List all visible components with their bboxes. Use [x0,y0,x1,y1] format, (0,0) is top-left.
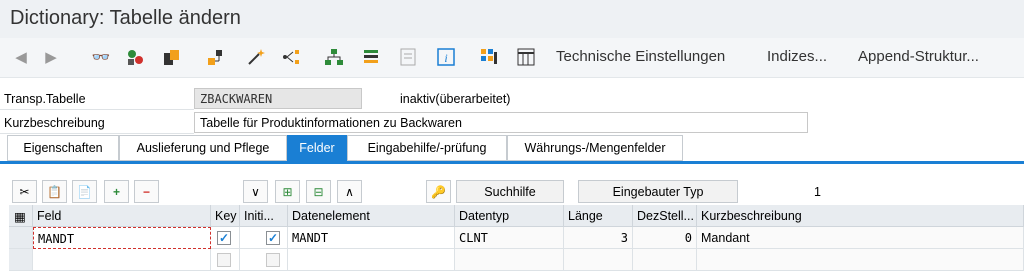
column-header-laenge[interactable]: Länge [564,205,633,227]
builtin-type-button[interactable]: Eingebauter Typ [578,180,738,203]
application-toolbar: ◀ ▶ 👓 i Technische Einstellungen Indizes… [0,38,1024,78]
org-chart-icon[interactable] [323,46,345,68]
info-icon[interactable]: i [435,46,457,68]
initial-cell [240,249,288,271]
initial-cell: ✓ [240,227,288,249]
status-text: inaktiv(überarbeitet) [400,92,511,106]
short-description-value: Mandant [697,227,1024,249]
layers-icon[interactable] [360,46,382,68]
table-icon[interactable] [515,46,537,68]
table-name-field: ZBACKWAREN [194,88,362,109]
field-name-input-empty[interactable] [33,249,211,271]
tree-icon[interactable] [280,46,302,68]
data-type-empty [455,249,564,271]
divider [0,133,194,134]
grid-icon[interactable] [478,46,500,68]
magic-wand-icon[interactable] [245,46,267,68]
window-title: Dictionary: Tabelle ändern [10,7,241,29]
column-header-dezstell[interactable]: DezStell... [633,205,697,227]
divider [0,109,194,110]
objects-icon[interactable] [124,46,146,68]
paste-icon[interactable]: 📄 [72,180,97,203]
indexes-button[interactable]: Indizes... [767,48,827,65]
length-value: 3 [564,227,633,249]
collapse-all-icon[interactable]: ∧ [337,180,362,203]
append-structure-button[interactable]: Append-Struktur... [858,48,979,65]
hierarchy-icon[interactable] [205,46,227,68]
document-icon[interactable] [397,46,419,68]
clipboard-icon[interactable] [160,46,182,68]
short-description-label: Kurzbeschreibung [4,116,105,130]
column-header-key[interactable]: Key [211,205,240,227]
window-titlebar: Dictionary: Tabelle ändern [0,0,1024,38]
data-element-input[interactable]: MANDT [288,227,455,249]
svg-text:i: i [444,51,447,65]
data-element-input-empty[interactable] [288,249,455,271]
short-description-input[interactable]: Tabelle für Produktinformationen zu Back… [194,112,808,133]
delete-row-icon[interactable]: − [134,180,159,203]
technical-settings-button[interactable]: Technische Einstellungen [556,48,725,65]
key-cell: ✓ [211,227,240,249]
length-empty [564,249,633,271]
table-type-label: Transp.Tabelle [4,92,86,106]
search-help-icon[interactable]: 🔑 [426,180,451,203]
fields-table: ▦ Feld Key Initi... Datenelement Datenty… [9,205,1024,273]
glasses-icon[interactable]: 👓 [90,46,112,68]
column-header-datentyp[interactable]: Datentyp [455,205,564,227]
field-name-input[interactable]: MANDT [33,227,211,249]
edit-field-icon[interactable]: ⊟ [306,180,331,203]
short-description-empty [697,249,1024,271]
decimals-empty [633,249,697,271]
tab-eingabehilfe[interactable]: Eingabehilfe/-prüfung [347,135,507,161]
forward-icon[interactable]: ▶ [40,46,62,68]
row-selector[interactable] [9,227,33,249]
key-checkbox[interactable]: ✓ [217,231,231,245]
field-count: 1 [814,185,821,199]
expand-all-icon[interactable]: ∨ [243,180,268,203]
column-header-initial[interactable]: Initi... [240,205,288,227]
insert-field-icon[interactable]: ⊞ [275,180,300,203]
tab-eigenschaften[interactable]: Eigenschaften [7,135,119,161]
column-header-datenelement[interactable]: Datenelement [288,205,455,227]
column-header-kurzbeschreibung[interactable]: Kurzbeschreibung [697,205,1024,227]
row-selector[interactable] [9,249,33,271]
tab-auslieferung[interactable]: Auslieferung und Pflege [119,135,287,161]
search-help-button[interactable]: Suchhilfe [456,180,564,203]
key-cell [211,249,240,271]
back-icon[interactable]: ◀ [10,46,32,68]
data-type-value: CLNT [455,227,564,249]
column-header-feld[interactable]: Feld [33,205,211,227]
decimals-value: 0 [633,227,697,249]
insert-row-icon[interactable]: + [104,180,129,203]
cut-icon[interactable]: ✂ [12,180,37,203]
tab-waehrung[interactable]: Währungs-/Mengenfelder [507,135,683,161]
copy-icon[interactable]: 📋 [42,180,67,203]
tab-felder[interactable]: Felder [287,135,347,161]
key-checkbox[interactable] [217,253,231,267]
table-settings-icon[interactable]: ▦ [9,205,33,227]
initial-checkbox[interactable] [266,253,280,267]
initial-checkbox[interactable]: ✓ [266,231,280,245]
tab-underline [0,161,1024,164]
